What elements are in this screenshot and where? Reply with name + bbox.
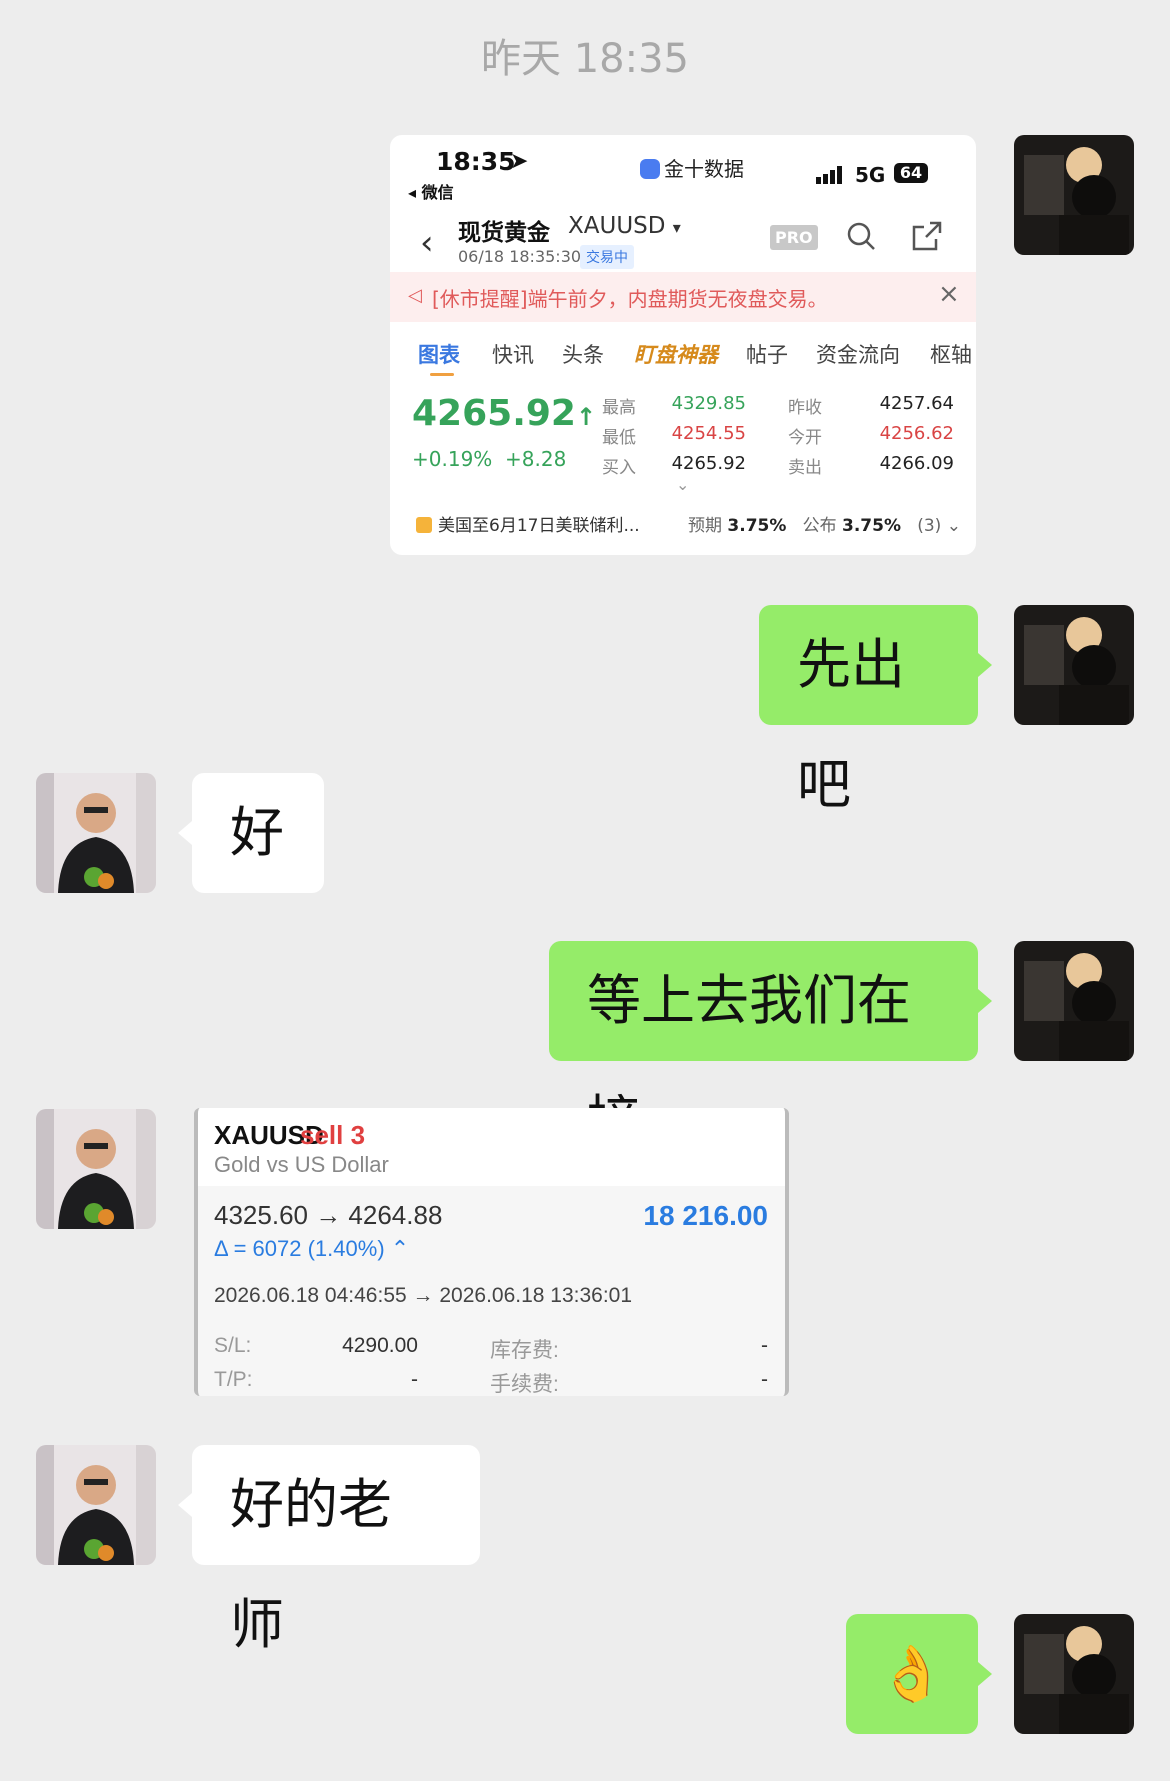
tab-fund-flow: 资金流向 bbox=[816, 343, 900, 367]
instrument-title: 现货黄金 bbox=[458, 220, 550, 246]
trade-description: Gold vs US Dollar bbox=[214, 1152, 389, 1177]
stat-value: 4266.09 bbox=[879, 453, 954, 474]
bubble-tail bbox=[978, 989, 992, 1013]
trading-status-badge: 交易中 bbox=[580, 245, 634, 269]
self-avatar[interactable] bbox=[1014, 135, 1134, 255]
speaker-icon: ◁ bbox=[408, 285, 422, 306]
close-icon: × bbox=[938, 279, 960, 309]
trade-profit: 18 216.00 bbox=[643, 1200, 768, 1231]
fee-value: - bbox=[761, 1368, 768, 1391]
location-arrow-icon: ➤ bbox=[510, 149, 529, 174]
bubble-tail bbox=[178, 1493, 192, 1517]
stat-value: 4329.85 bbox=[671, 393, 746, 414]
chevron-down-icon: ⌄ bbox=[946, 516, 961, 536]
signal-icon bbox=[816, 165, 848, 189]
contact-avatar[interactable] bbox=[36, 1109, 156, 1229]
chevron-down-icon: ⌄ bbox=[676, 475, 690, 494]
caret-down-icon: ▾ bbox=[672, 218, 681, 237]
stat-label: 最低 bbox=[602, 428, 636, 448]
message-bubble-self[interactable]: 先出吧 bbox=[759, 605, 978, 816]
message-bubble-self[interactable]: 等上去我们在接 bbox=[549, 941, 978, 1152]
chat-timestamp: 昨天 18:35 bbox=[481, 36, 689, 82]
current-price: 4265.92↑ bbox=[412, 393, 597, 434]
news-values: 预期 3.75% 公布 3.75% (3) ⌄ bbox=[688, 516, 961, 536]
chart-icon bbox=[416, 517, 432, 533]
tp-label: T/P: bbox=[214, 1368, 253, 1391]
pro-badge: PRO bbox=[770, 225, 818, 250]
trade-delta: Δ = 6072 (1.40%) ⌃ bbox=[214, 1236, 410, 1261]
self-avatar[interactable] bbox=[1014, 1614, 1134, 1734]
share-icon bbox=[912, 221, 942, 255]
notice-text: [休市提醒]端午前夕，内盘期货无夜盘交易。 bbox=[432, 287, 828, 311]
tab-monitor: 盯盘神器 bbox=[634, 343, 718, 367]
search-icon bbox=[846, 221, 876, 255]
trade-side: sell 3 bbox=[300, 1120, 366, 1150]
tab-posts: 帖子 bbox=[746, 343, 788, 367]
bubble-tail bbox=[978, 1662, 992, 1686]
self-avatar[interactable] bbox=[1014, 605, 1134, 725]
storage-value: - bbox=[761, 1334, 768, 1357]
stat-value: 4254.55 bbox=[671, 423, 746, 444]
active-tab-indicator bbox=[430, 373, 454, 376]
bubble-tail bbox=[178, 821, 192, 845]
arrow-up-icon: ↑ bbox=[575, 403, 597, 431]
trade-prices: 4325.60 → 4264.88 bbox=[214, 1200, 443, 1230]
tab-pivot: 枢轴 bbox=[930, 343, 972, 367]
stat-label: 买入 bbox=[602, 458, 636, 478]
fee-label: 手续费: bbox=[490, 1373, 559, 1396]
self-avatar[interactable] bbox=[1014, 941, 1134, 1061]
app-name: 金十数据 bbox=[640, 153, 744, 182]
contact-avatar[interactable] bbox=[36, 1445, 156, 1565]
message-bubble-contact[interactable]: 好 bbox=[192, 773, 324, 893]
shared-trade-image[interactable]: XAUUSD sell 3 Gold vs US Dollar 4325.60 … bbox=[194, 1108, 789, 1396]
tp-value: - bbox=[411, 1368, 418, 1391]
message-bubble-contact[interactable]: 好的老师 bbox=[192, 1445, 480, 1656]
tab-flash-news: 快讯 bbox=[492, 343, 534, 367]
stat-label: 昨收 bbox=[788, 398, 822, 418]
stat-label: 最高 bbox=[602, 398, 636, 418]
instrument-code: XAUUSD ▾ bbox=[568, 213, 681, 239]
back-to-app-link: ◂ 微信 bbox=[408, 183, 454, 202]
battery-icon: 64 bbox=[894, 163, 928, 183]
news-headline: 美国至6月17日美联储利... bbox=[416, 511, 640, 536]
trade-dates: 2026.06.18 04:46:55 → 2026.06.18 13:36:0… bbox=[214, 1284, 633, 1307]
price-change: +0.19% +8.28 bbox=[412, 447, 567, 471]
bubble-tail bbox=[978, 653, 992, 677]
sl-label: S/L: bbox=[214, 1334, 252, 1357]
tab-chart: 图表 bbox=[418, 343, 460, 367]
stat-value: 4265.92 bbox=[671, 453, 746, 474]
chevron-left-icon: ‹ bbox=[420, 223, 434, 263]
app-logo-icon bbox=[640, 159, 660, 179]
stat-value: 4257.64 bbox=[879, 393, 954, 414]
status-time: 18:35 bbox=[436, 147, 516, 176]
stat-value: 4256.62 bbox=[879, 423, 954, 444]
tab-headlines: 头条 bbox=[562, 343, 604, 367]
contact-avatar[interactable] bbox=[36, 773, 156, 893]
message-bubble-self[interactable]: 👌 bbox=[846, 1614, 978, 1734]
stat-label: 今开 bbox=[788, 428, 822, 448]
stat-label: 卖出 bbox=[788, 458, 822, 478]
network-type: 5G bbox=[855, 163, 886, 187]
storage-label: 库存费: bbox=[490, 1339, 559, 1362]
sl-value: 4290.00 bbox=[342, 1334, 418, 1357]
quote-datetime: 06/18 18:35:30 bbox=[458, 247, 582, 266]
shared-screenshot-image[interactable]: 18:35 ➤ ◂ 微信 金十数据 5G 64 ‹ 现货黄金 XAUUSD ▾ … bbox=[390, 135, 976, 555]
